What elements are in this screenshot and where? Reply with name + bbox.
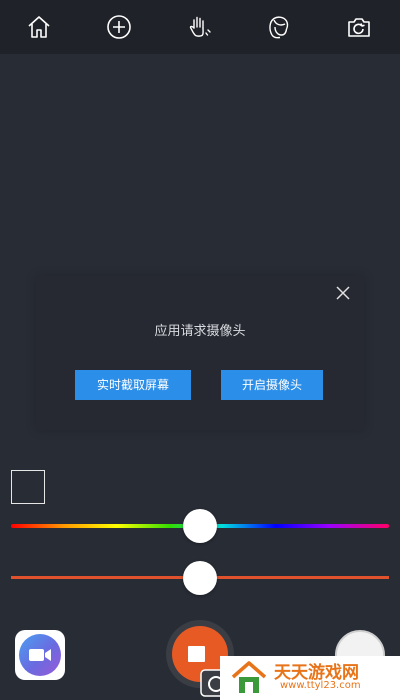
hue-slider-knob[interactable]	[183, 509, 217, 543]
switch-camera-icon	[348, 18, 370, 37]
face-outline-icon	[269, 16, 289, 39]
size-slider-knob[interactable]	[183, 561, 217, 595]
home-button[interactable]	[22, 10, 56, 44]
gesture-button[interactable]	[182, 10, 216, 44]
dialog-title: 应用请求摄像头	[154, 324, 246, 339]
watermark-url: www.ttyl23.com	[280, 680, 361, 691]
house-logo-icon	[231, 661, 267, 693]
zoom-camera-icon	[19, 634, 61, 676]
capture-screen-button[interactable]: 实时截取屏幕	[75, 370, 191, 400]
hand-gesture-icon	[189, 16, 211, 37]
home-icon	[28, 16, 50, 38]
screen: 应用请求摄像头 实时截取屏幕 开启摄像头 天天游戏网 www.ttyl23.co…	[0, 0, 400, 700]
add-circle-icon	[107, 15, 131, 39]
camera-request-dialog: 应用请求摄像头 实时截取屏幕 开启摄像头	[36, 276, 364, 430]
zoom-app-button[interactable]	[15, 630, 65, 680]
close-icon	[336, 286, 350, 300]
dialog-close-button[interactable]	[332, 282, 354, 304]
add-button[interactable]	[102, 10, 136, 44]
top-toolbar	[0, 0, 400, 54]
face-button[interactable]	[262, 10, 296, 44]
site-watermark: 天天游戏网 www.ttyl23.com	[220, 656, 400, 700]
color-swatch[interactable]	[11, 470, 45, 504]
open-camera-button[interactable]: 开启摄像头	[221, 370, 323, 400]
switch-camera-button[interactable]	[342, 10, 376, 44]
